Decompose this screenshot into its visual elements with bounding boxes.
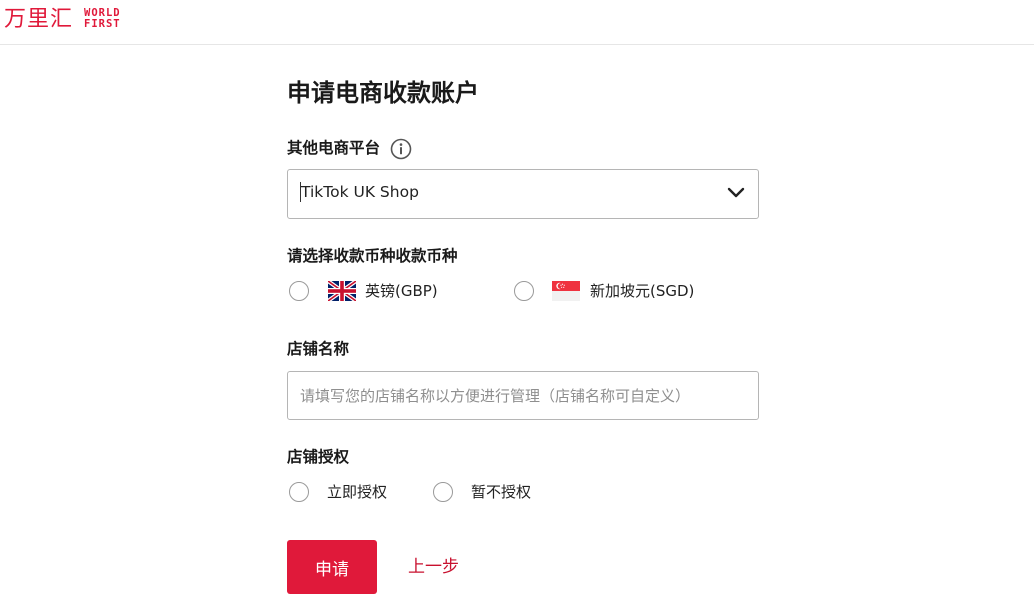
- logo-text-en[interactable]: WORLD FIRST: [84, 8, 121, 30]
- currency-label: 请选择收款币种收款币种: [287, 247, 458, 265]
- top-bar: 万里汇 WORLD FIRST: [0, 0, 1034, 45]
- logo-en-line2: FIRST: [84, 18, 121, 30]
- page-title: 申请电商收款账户: [287, 79, 479, 107]
- auth-option-now-label[interactable]: 立即授权: [327, 481, 387, 503]
- uk-flag-icon: [328, 281, 356, 301]
- currency-option-gbp-label[interactable]: 英镑(GBP): [365, 280, 438, 302]
- submit-button[interactable]: 申请: [287, 540, 377, 594]
- store-auth-label: 店铺授权: [287, 448, 350, 466]
- auth-radio-later[interactable]: [433, 482, 453, 502]
- logo-text-cn[interactable]: 万里汇: [4, 6, 73, 34]
- currency-radio-gbp[interactable]: [289, 281, 309, 301]
- auth-option-later-label[interactable]: 暂不授权: [471, 481, 531, 503]
- platform-select-value: TikTok UK Shop: [301, 183, 419, 201]
- platform-label: 其他电商平台: [287, 139, 381, 157]
- currency-option-sgd-label[interactable]: 新加坡元(SGD): [590, 280, 694, 302]
- store-name-input[interactable]: [287, 371, 759, 420]
- info-icon[interactable]: [390, 138, 412, 160]
- store-name-label: 店铺名称: [287, 340, 350, 358]
- currency-radio-sgd[interactable]: [514, 281, 534, 301]
- back-button[interactable]: 上一步: [408, 555, 459, 579]
- platform-select[interactable]: TikTok UK Shop: [287, 169, 759, 219]
- singapore-flag-icon: [552, 281, 580, 301]
- auth-radio-now[interactable]: [289, 482, 309, 502]
- chevron-down-icon[interactable]: [727, 186, 745, 200]
